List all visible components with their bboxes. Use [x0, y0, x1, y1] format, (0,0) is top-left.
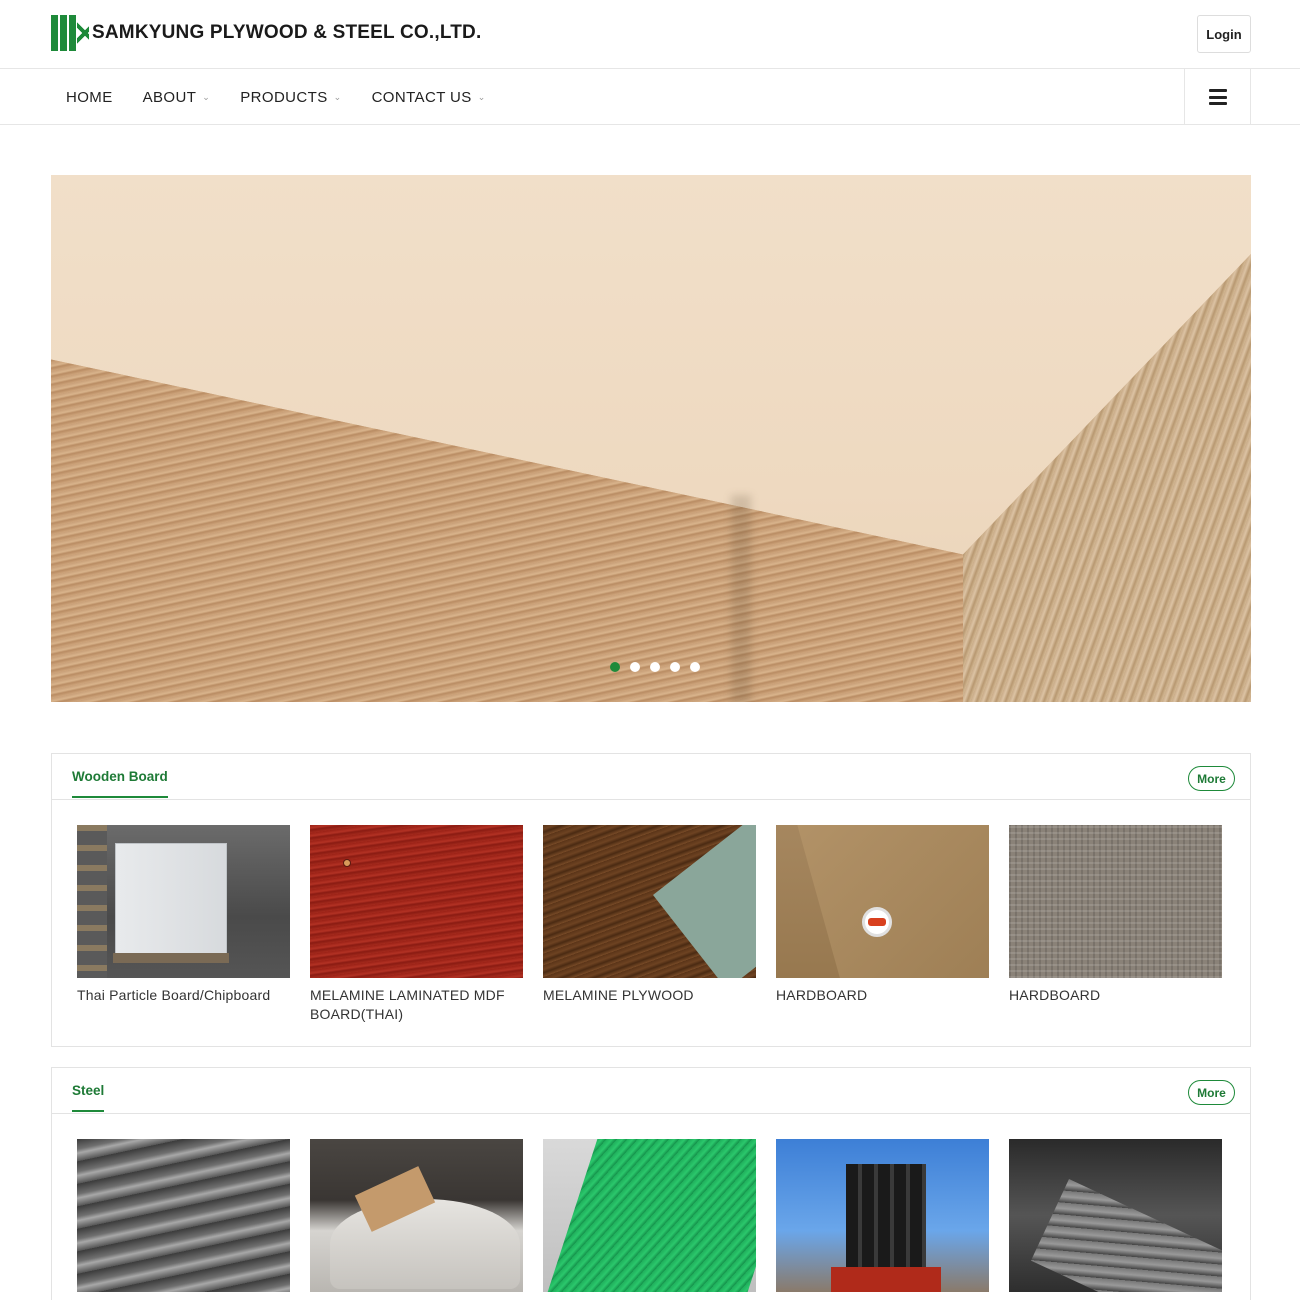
chevron-down-icon: ⌄ — [202, 91, 211, 102]
product-image[interactable] — [1009, 825, 1222, 978]
nav-item-label: CONTACT US — [371, 88, 472, 106]
main-navbar: HOME ABOUT ⌄ PRODUCTS ⌄ CONTACT US ⌄ — [0, 69, 1300, 125]
nav-item-label: PRODUCTS — [240, 88, 328, 106]
slider-dot-5[interactable] — [690, 662, 700, 672]
nav-item-label: HOME — [66, 88, 113, 106]
product-name[interactable]: MELAMINE LAMINATED MDF BOARD(THAI) — [310, 986, 523, 1024]
product-card[interactable]: HARDBOARD — [776, 825, 989, 1024]
slider-dot-4[interactable] — [670, 662, 680, 672]
more-button[interactable]: More — [1188, 1080, 1235, 1105]
nav-item-label: ABOUT — [142, 88, 197, 106]
product-card[interactable]: MELAMINE PLYWOOD — [543, 825, 756, 1024]
product-name[interactable]: MELAMINE PLYWOOD — [543, 986, 756, 1005]
logo-mark-icon — [51, 15, 89, 51]
product-image[interactable] — [1009, 1139, 1222, 1292]
chevron-down-icon: ⌄ — [477, 91, 486, 102]
company-logo[interactable]: SAMKYUNG PLYWOOD & STEEL CO.,LTD. — [51, 15, 481, 51]
product-card[interactable] — [776, 1139, 989, 1300]
product-card[interactable] — [1009, 1139, 1222, 1300]
section-steel: Steel More — [51, 1067, 1251, 1300]
product-card[interactable] — [543, 1139, 756, 1300]
company-name: SAMKYUNG PLYWOOD & STEEL CO.,LTD. — [92, 22, 482, 43]
nav-item-home[interactable]: HOME — [51, 89, 128, 106]
product-card[interactable]: Thai Particle Board/Chipboard — [77, 825, 290, 1024]
nav-item-products[interactable]: PRODUCTS ⌄ — [225, 89, 356, 106]
nav-item-about[interactable]: ABOUT ⌄ — [128, 89, 226, 106]
product-image[interactable] — [776, 1139, 989, 1292]
top-header: SAMKYUNG PLYWOOD & STEEL CO.,LTD. Login — [0, 0, 1300, 69]
menu-toggle-button[interactable] — [1184, 69, 1251, 125]
login-button[interactable]: Login — [1197, 15, 1251, 53]
slider-dot-1[interactable] — [610, 662, 620, 672]
product-image[interactable] — [310, 825, 523, 978]
product-grid: Thai Particle Board/Chipboard MELAMINE L… — [77, 825, 1222, 1024]
main-nav: HOME ABOUT ⌄ PRODUCTS ⌄ CONTACT US ⌄ — [51, 69, 501, 125]
section-wooden-board: Wooden Board More Thai Particle Board/Ch… — [51, 753, 1251, 1047]
product-card[interactable] — [77, 1139, 290, 1300]
slider-pagination — [610, 662, 700, 672]
product-image[interactable] — [543, 825, 756, 978]
slider-dot-3[interactable] — [650, 662, 660, 672]
section-header: Steel More — [52, 1068, 1250, 1114]
product-name[interactable]: HARDBOARD — [1009, 986, 1222, 1005]
nav-item-contact[interactable]: CONTACT US ⌄ — [357, 89, 501, 106]
product-card[interactable] — [310, 1139, 523, 1300]
product-image[interactable] — [310, 1139, 523, 1292]
section-title[interactable]: Steel — [72, 1083, 105, 1112]
section-title[interactable]: Wooden Board — [72, 769, 168, 798]
section-header: Wooden Board More — [52, 754, 1250, 800]
product-card[interactable]: HARDBOARD — [1009, 825, 1222, 1024]
product-image[interactable] — [776, 825, 989, 978]
product-name[interactable]: Thai Particle Board/Chipboard — [77, 986, 290, 1005]
more-button[interactable]: More — [1188, 766, 1235, 791]
product-grid — [77, 1139, 1222, 1300]
product-name[interactable]: HARDBOARD — [776, 986, 989, 1005]
hero-slider[interactable] — [51, 175, 1251, 702]
product-image[interactable] — [77, 1139, 290, 1292]
chevron-down-icon: ⌄ — [333, 91, 342, 102]
product-image[interactable] — [77, 825, 290, 978]
hamburger-icon — [1208, 89, 1227, 105]
product-card[interactable]: MELAMINE LAMINATED MDF BOARD(THAI) — [310, 825, 523, 1024]
product-image[interactable] — [543, 1139, 756, 1292]
slider-dot-2[interactable] — [630, 662, 640, 672]
